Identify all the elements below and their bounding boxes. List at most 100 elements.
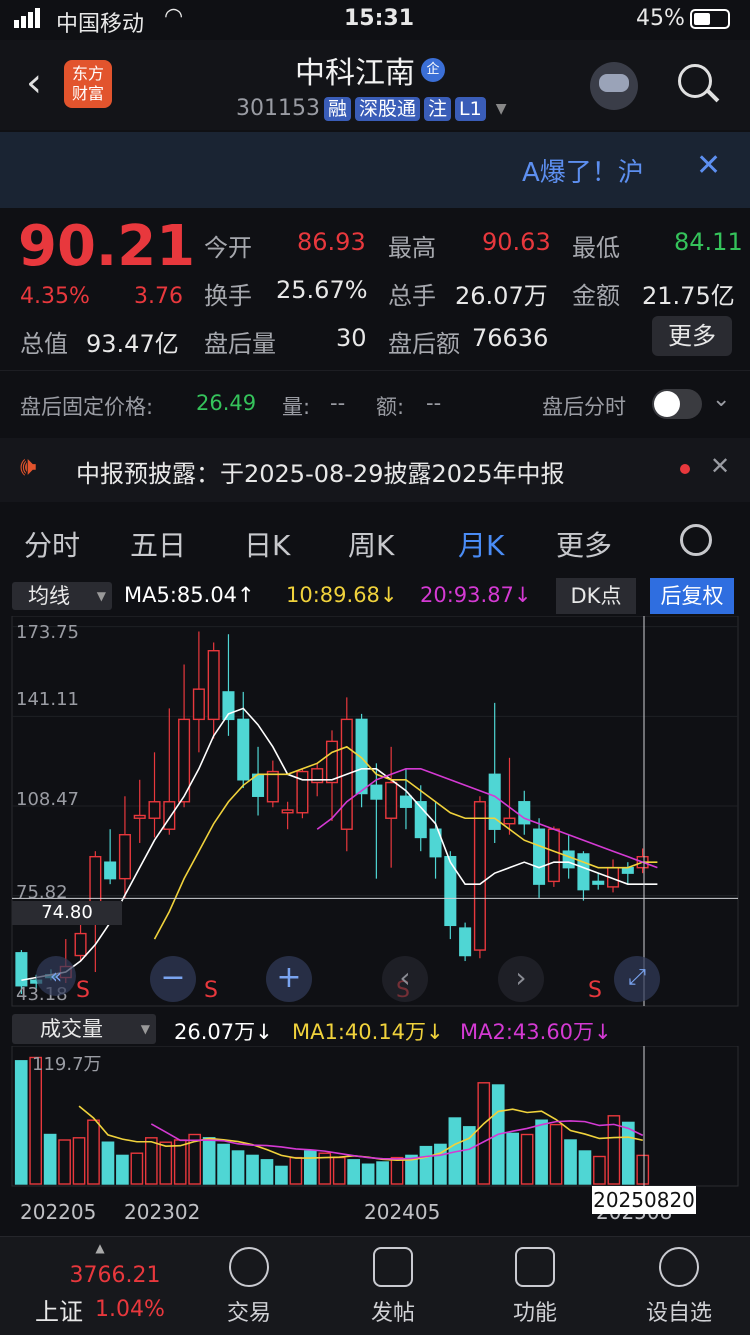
price-label-2: 108.47 xyxy=(16,789,79,810)
vol-ma2-readout: MA2:43.60万↓ xyxy=(460,1020,612,1044)
notice-bar[interactable]: 🕪 中报预披露：于2025-08-29披露2025年中报 ✕ xyxy=(0,438,750,502)
nav-post-label: 发帖 xyxy=(370,1301,415,1326)
fullscreen-icon[interactable]: ⤢ xyxy=(614,956,660,1002)
nav-trade[interactable]: 交易 xyxy=(194,1247,304,1327)
notice-text[interactable]: 中报预披露：于2025-08-29披露2025年中报 xyxy=(76,454,565,489)
volume-bar xyxy=(217,1143,230,1185)
robot-assistant-icon[interactable] xyxy=(590,62,638,110)
news-banner[interactable]: A爆了！沪 ✕ xyxy=(0,132,750,208)
volume-bar xyxy=(72,1137,86,1185)
tab-monthly-k[interactable]: 月K xyxy=(458,524,504,564)
candle xyxy=(237,718,250,781)
trade-icon xyxy=(229,1247,269,1287)
wifi-icon: ◠ xyxy=(164,4,184,29)
scroll-left-icon[interactable]: ‹ xyxy=(382,956,428,1002)
volume-readout: 26.07万↓ xyxy=(174,1020,273,1044)
candle xyxy=(74,932,87,957)
kline-chart-area: 均线 ▼ MA5:85.04↑ 10:89.68↓ 20:93.87↓ DK点 … xyxy=(0,576,750,1236)
volume-max-label: 119.7万 xyxy=(32,1054,102,1075)
volume-label: 总手 xyxy=(388,282,436,310)
candle xyxy=(118,834,131,880)
candle xyxy=(562,850,575,869)
volume-chart[interactable] xyxy=(0,1046,750,1188)
more-button[interactable]: 更多 xyxy=(652,316,732,356)
after-hours-amount-value: 76636 xyxy=(472,324,549,352)
volume-indicator-selector[interactable]: 成交量 ▼ xyxy=(12,1014,156,1044)
ma20-readout: 20:93.87↓ xyxy=(420,583,532,607)
stock-code: 301153 xyxy=(236,96,320,121)
tab-timeshare[interactable]: 分时 xyxy=(24,524,80,564)
dropdown-icon[interactable]: ▼ xyxy=(496,101,507,117)
candle xyxy=(15,952,28,987)
notice-close-icon[interactable]: ✕ xyxy=(710,452,730,480)
tab-five-day[interactable]: 五日 xyxy=(130,524,186,564)
crosshair-date-label: 20250820 xyxy=(592,1186,696,1214)
zoom-out-icon[interactable]: − xyxy=(150,956,196,1002)
dk-point-button[interactable]: DK点 xyxy=(556,578,636,614)
index-name: 上证 xyxy=(35,1298,84,1326)
logo-text-1: 东方 xyxy=(71,64,104,83)
volume-bar xyxy=(332,1156,346,1185)
candle xyxy=(355,718,368,795)
candle xyxy=(266,770,279,803)
kline-chart[interactable] xyxy=(0,616,750,1008)
ma5-readout: MA5:85.04↑ xyxy=(124,583,255,607)
search-icon-handle xyxy=(706,89,720,103)
indicator-selector-label: 均线 xyxy=(28,584,70,608)
nav-customize[interactable]: 设自选 xyxy=(624,1247,734,1327)
volume-bar xyxy=(130,1152,144,1185)
back-icon[interactable]: ‹ xyxy=(26,60,42,106)
high-label: 最高 xyxy=(388,234,436,262)
nav-functions[interactable]: 功能 xyxy=(480,1247,590,1327)
scroll-right-icon[interactable]: › xyxy=(498,956,544,1002)
chevron-down-icon[interactable]: ⌄ xyxy=(712,387,730,412)
ah-vol-value: -- xyxy=(330,391,346,415)
settings-icon[interactable] xyxy=(680,524,712,556)
volume-bar xyxy=(246,1154,259,1185)
index-change: 1.04% xyxy=(95,1297,165,1322)
indicator-selector[interactable]: 均线 ▼ xyxy=(12,582,112,610)
volume-bar xyxy=(101,1141,115,1185)
nav-post[interactable]: 发帖 xyxy=(338,1247,448,1327)
mcap-value: 93.47亿 xyxy=(86,330,179,358)
volume-bar xyxy=(535,1119,548,1185)
nav-trade-label: 交易 xyxy=(226,1301,271,1326)
candle xyxy=(370,784,383,800)
period-tabs: 分时 五日 日K 周K 月K 更多 xyxy=(0,510,750,574)
nav-functions-label: 功能 xyxy=(512,1301,557,1326)
candle xyxy=(207,650,220,721)
volume-bar xyxy=(144,1137,158,1185)
banner-text[interactable]: A爆了！沪 xyxy=(522,152,644,189)
index-value: 3766.21 xyxy=(69,1263,161,1288)
zoom-in-icon[interactable]: + xyxy=(266,956,312,1002)
jump-start-icon[interactable]: « xyxy=(36,956,76,996)
volume-bar xyxy=(636,1154,650,1185)
speaker-icon: 🕪 xyxy=(20,452,37,482)
low-label: 最低 xyxy=(572,234,620,262)
x-label-1: 202302 xyxy=(124,1200,201,1224)
volume-bar xyxy=(43,1133,57,1185)
close-icon[interactable]: ✕ xyxy=(696,148,721,183)
change-amount: 3.76 xyxy=(134,284,183,309)
tab-more[interactable]: 更多 xyxy=(556,524,612,564)
volume-bar xyxy=(477,1082,491,1185)
price-label-3: 75.82 xyxy=(16,882,68,903)
candle xyxy=(399,795,412,808)
candle xyxy=(104,861,117,880)
volume-bar xyxy=(520,1133,534,1185)
index-ticker[interactable]: ▲ 3766.21 上证 1.04% xyxy=(20,1241,180,1327)
logo-text-2: 财富 xyxy=(71,84,104,103)
tab-daily-k[interactable]: 日K xyxy=(244,524,290,564)
app-logo[interactable]: 东方 财富 xyxy=(64,60,112,108)
selector-caret-icon: ▼ xyxy=(96,589,106,603)
quote-panel: 90.21 4.35% 3.76 总值 93.47亿 今开 86.93 最高 9… xyxy=(0,208,750,368)
sell-marker: S xyxy=(76,978,90,1003)
ah-timeshare-toggle[interactable] xyxy=(652,389,702,419)
adjust-mode-button[interactable]: 后复权 xyxy=(650,578,734,614)
ah-vol-label: 量: xyxy=(282,395,311,419)
bottom-nav: ▲ 3766.21 上证 1.04% 交易 发帖 功能 设自选 xyxy=(0,1236,750,1335)
tag-shenzhen-connect: 深股通 xyxy=(355,96,421,121)
sell-marker: S xyxy=(588,978,602,1003)
tag-margin: 融 xyxy=(323,96,351,121)
tab-weekly-k[interactable]: 周K xyxy=(348,524,394,564)
